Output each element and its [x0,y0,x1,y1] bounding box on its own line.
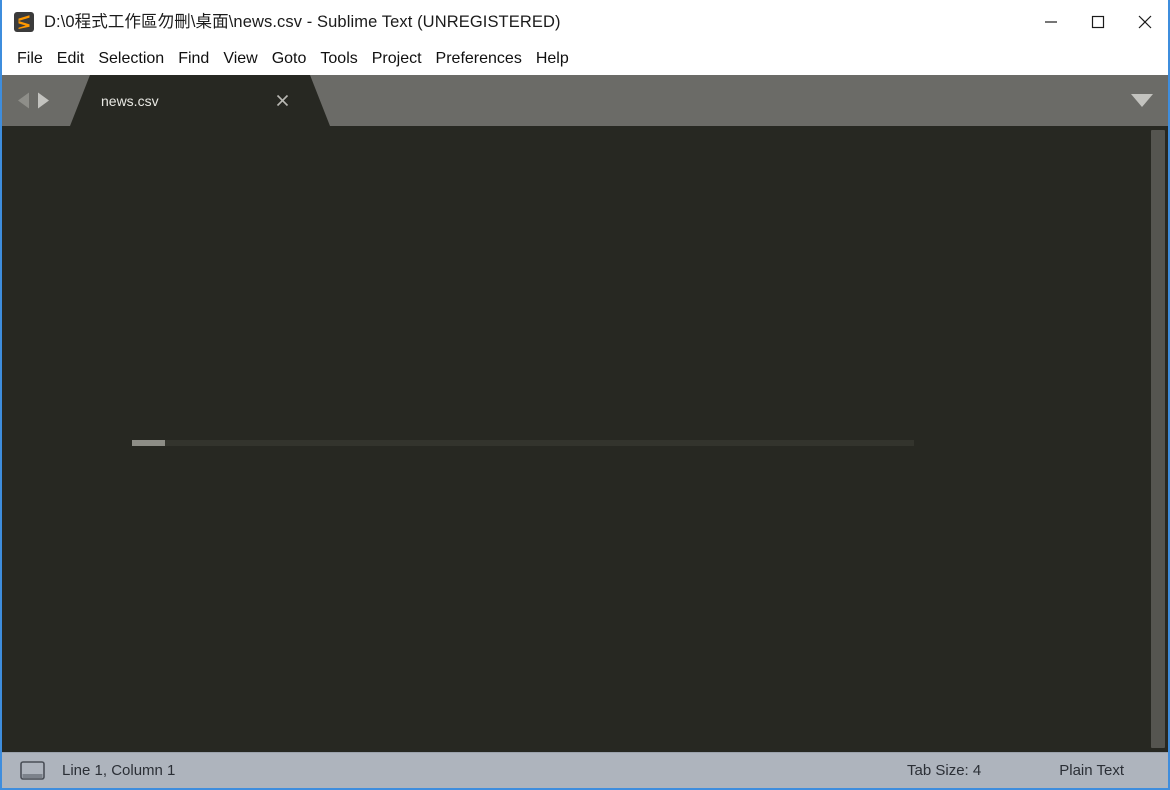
cursor-position-label: Line 1, Column 1 [62,762,176,779]
menu-item-goto[interactable]: Goto [265,48,314,70]
vertical-scrollbar[interactable] [1151,130,1165,748]
tab-navigation-arrows [16,92,51,109]
sidebar-toggle-button[interactable] [20,761,45,780]
editor-area [2,126,1168,752]
maximize-icon [1091,15,1104,29]
menu-item-file[interactable]: File [10,48,50,70]
menu-item-edit[interactable]: Edit [50,48,92,70]
text-editor[interactable] [2,126,1168,752]
menu-item-selection[interactable]: Selection [91,48,171,70]
close-icon [1138,15,1151,29]
sidebar-toggle-icon [20,761,45,780]
menu-item-view[interactable]: View [216,48,264,70]
tab-overflow-menu-button[interactable] [1130,92,1154,110]
menu-item-preferences[interactable]: Preferences [429,48,529,70]
maximize-button[interactable] [1074,0,1121,44]
tab-news-csv[interactable]: news.csv [70,75,330,126]
vertical-scrollbar-thumb[interactable] [1151,130,1165,748]
close-icon [276,94,288,107]
tab-back-button[interactable] [16,92,31,109]
tab-bar: news.csv [2,75,1168,126]
close-button[interactable] [1121,0,1168,44]
status-bar: Line 1, Column 1 Tab Size: 4 Plain Text [2,752,1168,788]
menu-item-project[interactable]: Project [365,48,429,70]
triangle-left-icon [18,92,29,109]
minimize-button[interactable] [1027,0,1074,44]
title-bar: D:\0程式工作區勿刪\桌面\news.csv - Sublime Text (… [2,0,1168,44]
sublime-text-icon [14,12,34,32]
loading-progress-fill [132,440,165,446]
window-title: D:\0程式工作區勿刪\桌面\news.csv - Sublime Text (… [44,12,561,31]
menu-bar: File Edit Selection Find View Goto Tools… [2,44,1168,75]
loading-progress-bar [132,440,914,446]
chevron-down-icon [1131,94,1153,107]
menu-item-help[interactable]: Help [529,48,576,70]
menu-item-tools[interactable]: Tools [313,48,364,70]
sublime-text-window: D:\0程式工作區勿刪\桌面\news.csv - Sublime Text (… [0,0,1170,790]
triangle-right-icon [38,92,49,109]
status-bar-right: Tab Size: 4 Plain Text [907,753,1168,788]
tab-label: news.csv [101,92,159,109]
tab-forward-button[interactable] [36,92,51,109]
minimize-icon [1044,21,1057,23]
tab-close-button[interactable] [274,93,290,109]
window-controls [1027,0,1168,44]
menu-item-find[interactable]: Find [171,48,216,70]
tab-size-button[interactable]: Tab Size: 4 [907,763,981,778]
syntax-button[interactable]: Plain Text [1059,763,1124,778]
